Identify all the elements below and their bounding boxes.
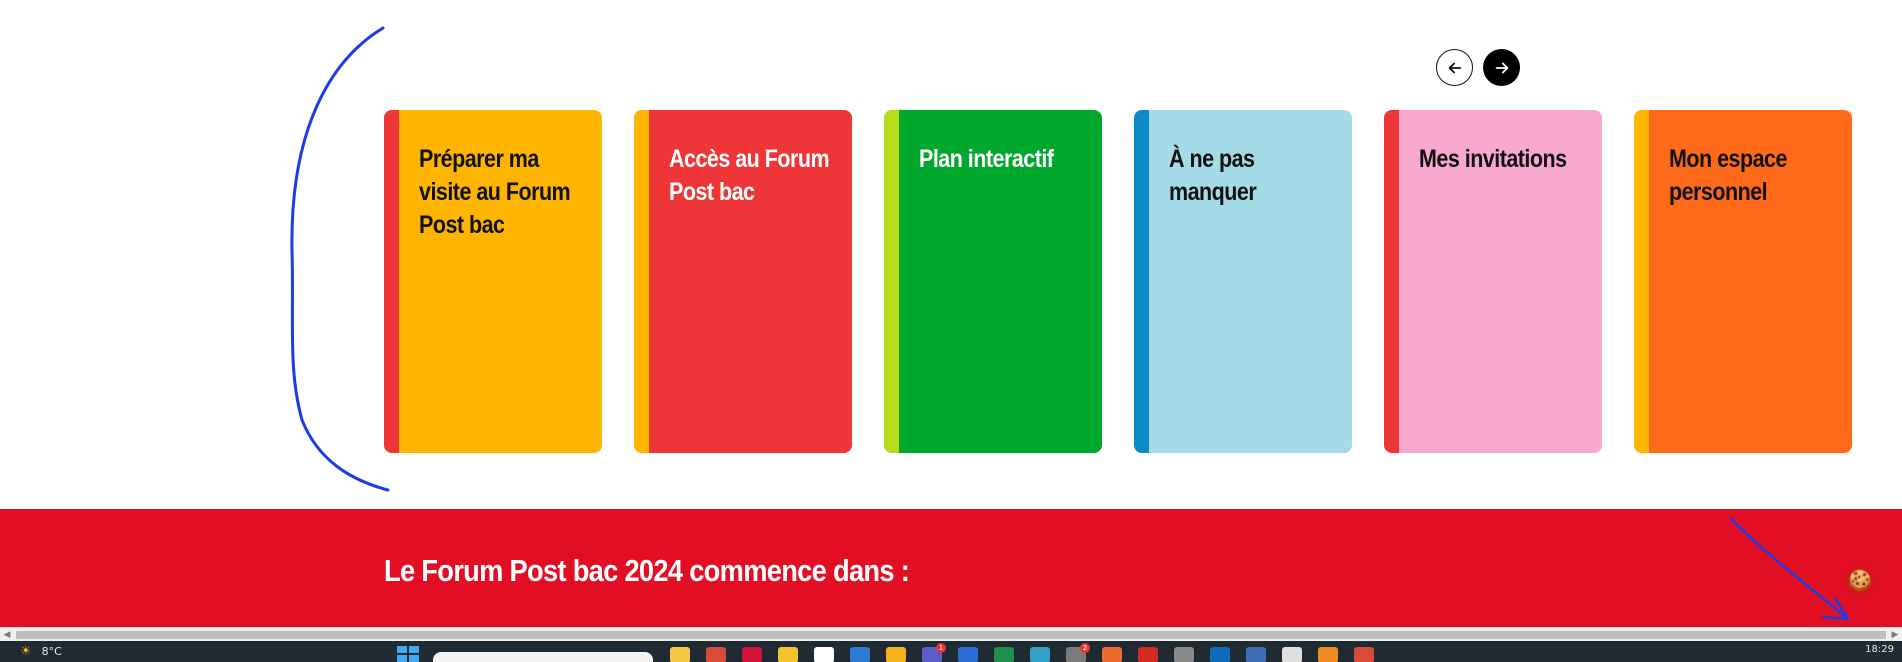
card-accent-stripe <box>384 110 399 453</box>
card-accent-stripe <box>1134 110 1149 453</box>
clock: 18:29 <box>1865 644 1894 655</box>
cookie-settings-button[interactable]: 🍪 <box>1843 563 1877 597</box>
taskbar-search-input[interactable] <box>433 652 653 662</box>
mail-icon[interactable] <box>850 647 870 662</box>
scroll-left-arrow-icon[interactable]: ◀ <box>0 629 14 641</box>
app-orange-icon[interactable] <box>1102 647 1122 662</box>
card-title: Accès au Forum Post bac <box>669 145 830 206</box>
card-title: Préparer ma visite au Forum Post bac <box>419 145 571 239</box>
app-orange2-icon[interactable] <box>1318 647 1338 662</box>
arrow-left-icon <box>1448 62 1461 73</box>
carousel-card[interactable]: Mon espace personnel <box>1634 110 1852 453</box>
acrobat-icon[interactable] <box>1138 647 1158 662</box>
cookie-icon: 🍪 <box>1847 569 1873 592</box>
card-accent-stripe <box>884 110 899 453</box>
card-accent-stripe <box>634 110 649 453</box>
notification-badge: 2 <box>1080 643 1090 653</box>
taskbar-apps: 12 <box>670 643 1374 662</box>
remote-icon[interactable] <box>1246 647 1266 662</box>
card-accent-stripe <box>1634 110 1649 453</box>
excel-icon[interactable] <box>994 647 1014 662</box>
app-yellow-icon[interactable] <box>778 647 798 662</box>
app-red-icon[interactable] <box>742 647 762 662</box>
carousel-card[interactable]: Préparer ma visite au Forum Post bac <box>384 110 602 453</box>
carousel-card[interactable]: Accès au Forum Post bac <box>634 110 852 453</box>
teams-icon[interactable]: 1 <box>922 643 946 662</box>
carousel-prev-button[interactable] <box>1436 49 1473 86</box>
carousel-card[interactable]: À ne pas manquer <box>1134 110 1352 453</box>
printer-icon[interactable] <box>1174 647 1194 662</box>
scrollbar-thumb[interactable] <box>16 631 1886 639</box>
page: Préparer ma visite au Forum Post bac Accè… <box>0 0 1902 662</box>
card-title: Plan interactif <box>919 145 1054 173</box>
weather-sun-icon: ☀ <box>20 644 32 659</box>
card-accent-stripe <box>1384 110 1399 453</box>
temperature: 8°C <box>41 645 62 658</box>
chrome-active-icon[interactable] <box>1354 647 1374 662</box>
scroll-right-arrow-icon[interactable]: ▶ <box>1888 629 1902 641</box>
countdown-headline: Le Forum Post bac 2024 commence dans : <box>384 553 910 588</box>
folder-icon[interactable] <box>886 647 906 662</box>
weather-widget[interactable]: ☀ 8°C <box>20 644 62 659</box>
card-title: Mon espace personnel <box>1669 145 1787 206</box>
windows-taskbar: ☀ 8°C 12 18:29 <box>0 641 1902 662</box>
countdown-band: Le Forum Post bac 2024 commence dans : 🍪 <box>0 509 1902 627</box>
carousel-next-button[interactable] <box>1483 49 1520 86</box>
notepad-icon[interactable] <box>1282 647 1302 662</box>
card-title: À ne pas manquer <box>1169 145 1257 206</box>
arrow-right-icon <box>1495 62 1508 73</box>
file-explorer-icon[interactable] <box>670 647 690 662</box>
outlook-icon[interactable] <box>1210 647 1230 662</box>
carousel-track: Préparer ma visite au Forum Post bac Accè… <box>384 110 1854 453</box>
app-white-icon[interactable] <box>814 647 834 662</box>
annotation-bracket-stroke <box>290 26 390 492</box>
chat-icon[interactable]: 2 <box>1066 643 1090 662</box>
carousel-card[interactable]: Plan interactif <box>884 110 1102 453</box>
start-button[interactable] <box>397 646 419 662</box>
notification-badge: 1 <box>936 643 946 653</box>
horizontal-scrollbar[interactable]: ◀ ▶ <box>0 627 1902 641</box>
chrome-icon[interactable] <box>706 647 726 662</box>
carousel-card[interactable]: Mes invitations <box>1384 110 1602 453</box>
word-icon[interactable] <box>958 647 978 662</box>
card-title: Mes invitations <box>1419 145 1567 173</box>
browser-icon[interactable] <box>1030 647 1050 662</box>
